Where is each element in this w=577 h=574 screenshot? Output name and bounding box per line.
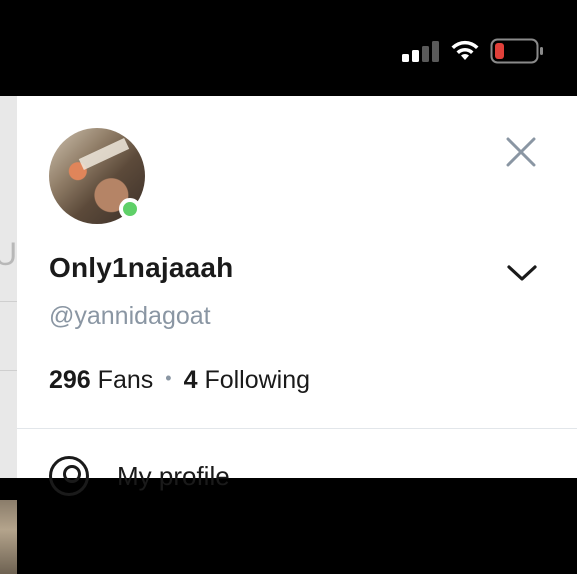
following-link[interactable]: 4 Following (184, 366, 310, 394)
menu-item-my-profile[interactable]: My profile (49, 456, 529, 496)
user-circle-icon (49, 456, 89, 496)
stats-separator: • (165, 368, 172, 388)
fans-count: 296 (49, 366, 91, 394)
display-name: Only1najaaah (49, 252, 234, 283)
background-page: U (0, 96, 17, 574)
account-switch-button[interactable] (505, 256, 539, 290)
divider (17, 428, 577, 429)
menu-item-label: My profile (117, 460, 230, 491)
profile-stats: 296 Fans • 4 Following (49, 366, 310, 395)
profile-drawer: Only1najaaah @yannidagoat 296 Fans • 4 Fol… (17, 96, 577, 496)
wifi-icon (451, 40, 479, 60)
cellular-signal-icon (402, 40, 440, 62)
close-button[interactable] (503, 134, 539, 170)
background-thumbnail (0, 500, 17, 574)
following-label: Following (204, 366, 311, 394)
fans-link[interactable]: 296 Fans (49, 366, 153, 394)
username: @yannidagoat (49, 302, 211, 330)
close-icon (506, 137, 536, 167)
status-bar (0, 0, 577, 96)
fans-label: Fans (97, 366, 154, 394)
battery-low-icon (490, 38, 543, 64)
online-status-dot (119, 198, 141, 220)
avatar[interactable] (49, 128, 145, 224)
following-count: 4 (183, 366, 198, 394)
chevron-down-icon (507, 265, 537, 281)
